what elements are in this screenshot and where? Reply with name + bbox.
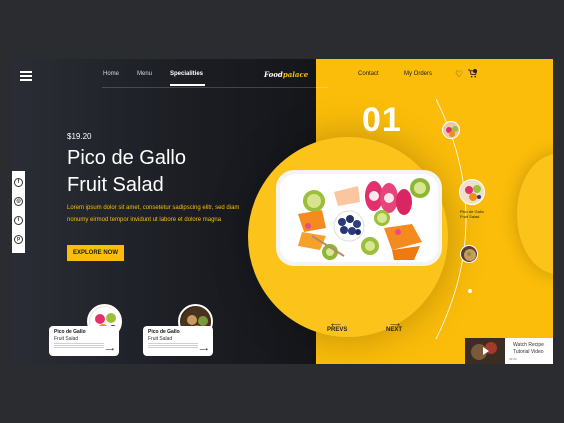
app-frame: Home Menu Specialities Foodpalace Contac… xyxy=(12,59,553,364)
nav-divider xyxy=(102,87,329,88)
card-name: Pico de Gallo xyxy=(148,329,180,335)
social-bar: f ◎ t p xyxy=(12,171,25,253)
thumb-subtitle: Fruit Salad xyxy=(460,214,480,219)
price: $19.20 xyxy=(67,132,92,141)
arrow-right-icon[interactable]: ⟶ xyxy=(105,347,114,353)
video-thumbnail xyxy=(465,338,505,364)
watch-title: Watch Recipe Tutorial Video xyxy=(513,342,544,356)
nav-home[interactable]: Home xyxy=(103,71,119,77)
nav-specialities[interactable]: Specialities xyxy=(170,71,203,77)
nav-contact[interactable]: Contact xyxy=(358,71,379,77)
dish-description: Lorem ipsum dolor sit amet, consetetur s… xyxy=(67,205,240,223)
watch-title-line1: Watch Recipe xyxy=(513,342,544,348)
cart-badge xyxy=(473,69,477,73)
card-subtitle: Fruit Salad xyxy=(148,336,173,342)
pinterest-icon[interactable]: p xyxy=(14,235,23,244)
dish-title-line1: Pico de Gallo xyxy=(67,147,186,169)
thumbnail-1-label xyxy=(445,142,446,147)
twitter-icon[interactable]: t xyxy=(14,216,23,225)
next-button[interactable]: NEXT xyxy=(386,327,402,333)
brand-logo[interactable]: Foodpalace xyxy=(264,70,308,79)
card-text-lines xyxy=(54,343,104,344)
facebook-icon[interactable]: f xyxy=(14,178,23,187)
slide-number: 01 xyxy=(362,101,402,139)
dish-title: Pico de Gallo Fruit Salad xyxy=(67,145,267,199)
card-name: Pico de Gallo xyxy=(54,329,86,335)
thumbnail-2[interactable] xyxy=(459,179,485,205)
dish-title-line2: Fruit Salad xyxy=(67,174,164,196)
card-text-lines xyxy=(148,343,198,344)
video-duration: 02:04 xyxy=(509,357,517,361)
thumbnail-1[interactable] xyxy=(442,121,460,139)
arrow-right-icon[interactable]: ⟶ xyxy=(199,347,208,353)
thumbnail-2-label: Pico de Gallo Fruit Salad xyxy=(460,209,484,219)
instagram-icon[interactable]: ◎ xyxy=(14,197,23,206)
nav-my-orders[interactable]: My Orders xyxy=(404,71,432,77)
watch-video-card[interactable]: Watch Recipe Tutorial Video 02:04 xyxy=(465,338,553,364)
arc-dot[interactable] xyxy=(468,289,472,293)
prev-button[interactable]: PREVS xyxy=(327,327,347,333)
nav-menu[interactable]: Menu xyxy=(137,71,152,77)
card-2[interactable]: Pico de Gallo Fruit Salad ⟶ xyxy=(143,326,213,356)
heart-icon[interactable]: ♡ xyxy=(455,69,465,79)
card-1[interactable]: Pico de Gallo Fruit Salad ⟶ xyxy=(49,326,119,356)
logo-suffix: palace xyxy=(282,70,309,79)
logo-prefix: Food xyxy=(264,70,283,79)
nav-active-indicator xyxy=(170,84,205,86)
card-subtitle: Fruit Salad xyxy=(54,336,79,342)
watch-title-line2: Tutorial Video xyxy=(513,349,544,355)
thumbnail-3[interactable] xyxy=(460,245,478,263)
explore-now-button[interactable]: EXPLORE NOW xyxy=(67,245,124,261)
hamburger-menu-icon[interactable] xyxy=(20,71,32,81)
